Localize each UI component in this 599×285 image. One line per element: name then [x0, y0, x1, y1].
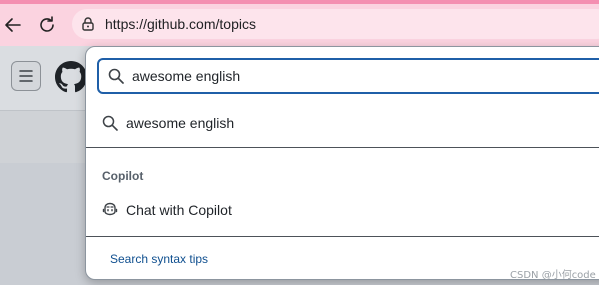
- divider: [86, 236, 599, 237]
- copilot-icon: [102, 201, 118, 217]
- watermark: CSDN @小何code: [510, 270, 596, 281]
- search-syntax-tips-link[interactable]: Search syntax tips: [110, 252, 208, 266]
- search-input[interactable]: [132, 66, 572, 86]
- hamburger-menu-icon: [19, 70, 33, 82]
- browser-toolbar: https://github.com/topics: [0, 0, 599, 46]
- search-dropdown: awesome english Copilot Chat with Copilo…: [85, 46, 599, 280]
- search-icon: [102, 115, 118, 131]
- chat-with-copilot-label: Chat with Copilot: [126, 202, 232, 218]
- search-icon: [108, 68, 124, 84]
- url-text[interactable]: https://github.com/topics: [105, 16, 256, 32]
- back-button[interactable]: [0, 12, 26, 38]
- address-bar[interactable]: https://github.com/topics: [72, 9, 599, 39]
- github-logo-icon[interactable]: [55, 61, 87, 93]
- chat-with-copilot-item[interactable]: Chat with Copilot: [86, 194, 599, 224]
- reload-button[interactable]: [34, 12, 60, 38]
- divider: [86, 147, 599, 148]
- arrow-left-icon: [5, 18, 21, 32]
- search-field[interactable]: [97, 58, 599, 94]
- menu-button[interactable]: [11, 61, 41, 91]
- suggestion-label: awesome english: [126, 115, 235, 131]
- lock-icon[interactable]: [80, 16, 96, 32]
- reload-icon: [40, 16, 54, 32]
- section-title-copilot: Copilot: [102, 169, 144, 183]
- suggestion-item[interactable]: awesome english: [86, 107, 599, 137]
